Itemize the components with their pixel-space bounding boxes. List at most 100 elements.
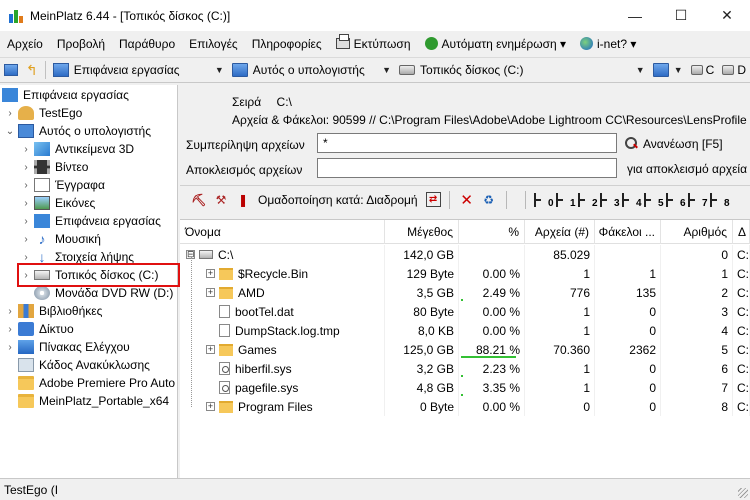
- tree-item[interactable]: Adobe Premiere Pro Auto: [18, 374, 175, 392]
- chevron-right-icon[interactable]: ›: [4, 342, 16, 353]
- tree-item[interactable]: Επιφάνεια εργασίας: [2, 86, 129, 104]
- drive-icon: [722, 65, 735, 75]
- cell-name: bootTel.dat: [180, 302, 385, 321]
- view-toggle-button[interactable]: [0, 59, 22, 81]
- include-files-input[interactable]: [317, 133, 617, 153]
- table-row[interactable]: hiberfil.sys 3,2 GB 2.23 % 1 0 6 C:\: [180, 359, 750, 378]
- table-row[interactable]: + AMD 3,5 GB 2.49 % 776 135 2 C:\: [180, 283, 750, 302]
- delete-icon[interactable]: ✕: [458, 191, 476, 209]
- cell-folders: 135: [595, 283, 661, 302]
- expand-toggle-icon[interactable]: +: [206, 288, 215, 297]
- tree-item[interactable]: › Βιβλιοθήκες: [4, 302, 102, 320]
- level-1-button[interactable]: 1: [554, 191, 576, 209]
- chevron-right-icon[interactable]: ›: [20, 180, 32, 191]
- desktop-dropdown-label: Επιφάνεια εργασίας: [73, 63, 180, 77]
- tree-item[interactable]: › Δίκτυο: [4, 320, 74, 338]
- tree-item[interactable]: ⌄ Αυτός ο υπολογιστής: [4, 122, 151, 140]
- computer-dropdown[interactable]: Αυτός ο υπολογιστής ▼: [228, 59, 395, 81]
- table-row[interactable]: + Games 125,0 GB 88.21 % 70.360 2362 5 C:\: [180, 340, 750, 359]
- up-folder-button[interactable]: ↰: [22, 59, 42, 81]
- table-row[interactable]: DumpStack.log.tmp 8,0 KB 0.00 % 1 0 4 C:\: [180, 321, 750, 340]
- column-header-name[interactable]: Όνομα: [180, 220, 385, 244]
- tree-item[interactable]: › TestEgo: [4, 104, 82, 122]
- level-0-button[interactable]: 0: [532, 191, 554, 209]
- bookmark-icon[interactable]: ❚: [234, 191, 252, 209]
- monitor-dropdown[interactable]: ▼: [649, 59, 687, 81]
- tree-item[interactable]: › ♪ Μουσική: [20, 230, 101, 248]
- level-2-button[interactable]: 2: [576, 191, 598, 209]
- column-header-d[interactable]: Δ: [733, 220, 750, 244]
- tree-item[interactable]: › Επιφάνεια εργασίας: [20, 212, 161, 230]
- expand-toggle-icon[interactable]: +: [206, 402, 215, 411]
- drive-d-button[interactable]: D: [718, 59, 750, 81]
- 3d-objects-icon: [34, 142, 50, 156]
- file-icon: [219, 362, 230, 375]
- refresh-button[interactable]: Ανανέωση [F5]: [625, 137, 723, 151]
- tree-item[interactable]: › Αντικείμενα 3D: [20, 140, 134, 158]
- chevron-right-icon[interactable]: ›: [20, 198, 32, 209]
- level-4-button[interactable]: 4: [620, 191, 642, 209]
- table-row[interactable]: bootTel.dat 80 Byte 0.00 % 1 0 3 C:\: [180, 302, 750, 321]
- file-table[interactable]: Όνομα Μέγεθος % Αρχεία (#) Φάκελοι ... Α…: [180, 219, 750, 478]
- table-row[interactable]: ⊟C:\ 142,0 GB 85.029 0 C:\: [180, 245, 750, 264]
- menu-window[interactable]: Παράθυρο: [112, 31, 182, 56]
- chevron-right-icon[interactable]: ›: [20, 144, 32, 155]
- sort-toggle-icon[interactable]: ⇄: [425, 192, 441, 207]
- folder-icon: [18, 376, 34, 390]
- level-3-button[interactable]: 3: [598, 191, 620, 209]
- cell-d: C:\: [733, 245, 750, 264]
- close-button[interactable]: ✕: [704, 0, 750, 31]
- column-header-size[interactable]: Μέγεθος: [385, 220, 459, 244]
- menu-info[interactable]: Πληροφορίες: [245, 31, 329, 56]
- dig-config-icon[interactable]: ⚒: [212, 191, 230, 209]
- group-by-label[interactable]: Ομαδοποίηση κατά: Διαδρομή: [258, 193, 418, 207]
- menu-file[interactable]: Αρχείο: [0, 31, 50, 56]
- column-header-folders[interactable]: Φάκελοι ...: [595, 220, 661, 244]
- table-row[interactable]: + $Recycle.Bin 129 Byte 0.00 % 1 1 1 C:\: [180, 264, 750, 283]
- menu-inet[interactable]: i-net? ▾: [573, 31, 643, 56]
- tree-item[interactable]: › Έγγραφα: [20, 176, 105, 194]
- chevron-right-icon[interactable]: ›: [4, 108, 16, 119]
- exclude-files-input[interactable]: [317, 158, 617, 178]
- minimize-button[interactable]: —: [612, 0, 658, 31]
- expand-toggle-icon[interactable]: +: [206, 345, 215, 354]
- computer-icon: [18, 124, 34, 138]
- column-header-files[interactable]: Αρχεία (#): [525, 220, 595, 244]
- recycle-icon[interactable]: ♻: [480, 191, 498, 209]
- dig-icon[interactable]: ⛏: [190, 191, 208, 209]
- tree-item[interactable]: MeinPlatz_Portable_x64: [18, 392, 169, 410]
- expand-toggle-icon[interactable]: +: [206, 269, 215, 278]
- tree-item[interactable]: Κάδος Ανακύκλωσης: [18, 356, 150, 374]
- chevron-down-icon[interactable]: ⌄: [4, 126, 16, 137]
- resize-grip-icon[interactable]: [738, 488, 748, 498]
- menu-options[interactable]: Επιλογές: [182, 31, 245, 56]
- table-row[interactable]: + Program Files 0 Byte 0.00 % 0 0 8 C:\: [180, 397, 750, 416]
- table-row[interactable]: pagefile.sys 4,8 GB 3.35 % 1 0 7 C:\: [180, 378, 750, 397]
- level-6-button[interactable]: 6: [664, 191, 686, 209]
- file-name: AMD: [238, 285, 265, 300]
- drive-dropdown[interactable]: Τοπικός δίσκος (C:) ▼: [395, 59, 649, 81]
- level-5-button[interactable]: 5: [642, 191, 664, 209]
- chevron-right-icon[interactable]: ›: [20, 234, 32, 245]
- monitor-icon: [652, 63, 669, 77]
- chevron-right-icon[interactable]: ›: [4, 306, 16, 317]
- chevron-right-icon[interactable]: ›: [20, 216, 32, 227]
- tree-item[interactable]: › Εικόνες: [20, 194, 95, 212]
- chevron-right-icon[interactable]: ›: [20, 252, 32, 263]
- cell-num: 7: [661, 378, 733, 397]
- chevron-right-icon[interactable]: ›: [4, 324, 16, 335]
- chevron-right-icon[interactable]: ›: [20, 162, 32, 173]
- maximize-button[interactable]: ☐: [658, 0, 704, 31]
- column-header-number[interactable]: Αριθμός: [661, 220, 733, 244]
- menu-auto-update[interactable]: Αυτόματη ενημέρωση ▾: [418, 31, 574, 56]
- level-7-button[interactable]: 7: [686, 191, 708, 209]
- tree-connector-line: [191, 257, 192, 407]
- tree-item[interactable]: › Βίντεο: [20, 158, 88, 176]
- drive-c-button[interactable]: C: [687, 59, 719, 81]
- tree-item[interactable]: › Πίνακας Ελέγχου: [4, 338, 130, 356]
- level-8-button[interactable]: 8: [708, 191, 730, 209]
- desktop-dropdown[interactable]: Επιφάνεια εργασίας ▼: [49, 59, 228, 81]
- column-header-percent[interactable]: %: [459, 220, 525, 244]
- menu-print[interactable]: Εκτύπωση: [329, 31, 418, 56]
- menu-view[interactable]: Προβολή: [50, 31, 112, 56]
